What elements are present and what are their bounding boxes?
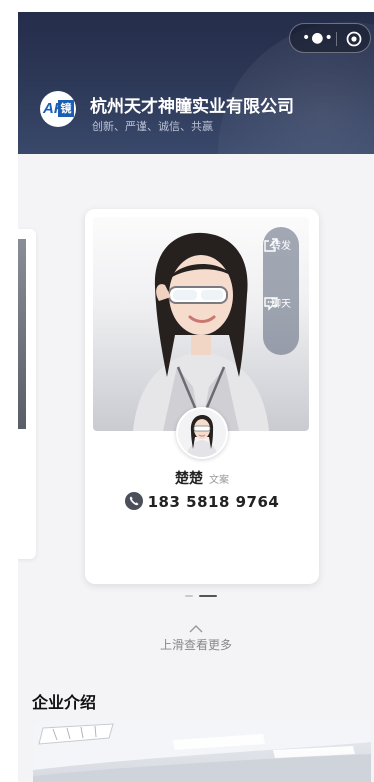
contact-name-row: 楚楚 文案 [85, 468, 319, 488]
header: •●• AK 镜 杭州天才神瞳实业有限公司 创新、严谨、诚信、共赢 [18, 12, 374, 154]
phone-number[interactable]: 183 5818 9764 [148, 493, 280, 511]
phone-icon [124, 492, 143, 510]
contact-title: 文案 [209, 475, 229, 486]
share-button[interactable]: 转发 [263, 237, 299, 252]
card-action-bar: 转发 聊天 [263, 227, 299, 355]
profile-photo: 转发 聊天 [93, 217, 309, 431]
indicator-dot-active[interactable] [199, 595, 217, 597]
contact-name: 楚楚 [175, 471, 203, 487]
office-ceiling-image [33, 720, 371, 782]
chat-button[interactable]: 聊天 [263, 295, 299, 311]
company-slogan: 创新、严谨、诚信、共赢 [92, 120, 213, 133]
chat-icon [264, 297, 278, 311]
swipe-up-hint[interactable]: 上滑查看更多 [18, 624, 374, 653]
avatar-image [178, 409, 226, 457]
phone-row[interactable]: 183 5818 9764 [85, 492, 319, 511]
swipe-hint-text: 上滑查看更多 [159, 638, 232, 652]
mini-program-capsule[interactable]: •●• [289, 23, 371, 53]
more-dots-icon[interactable]: •●• [302, 31, 333, 45]
previous-card-peek[interactable] [18, 229, 36, 559]
indicator-dot[interactable] [185, 595, 193, 597]
share-icon [264, 238, 278, 252]
avatar[interactable] [176, 407, 228, 459]
business-card[interactable]: 转发 聊天 楚楚 文案 183 5818 9764 [85, 209, 319, 584]
logo-text-right: 镜 [58, 100, 74, 117]
chevron-up-icon [189, 625, 203, 633]
target-circle-icon[interactable] [346, 31, 362, 47]
company-name: 杭州天才神瞳实业有限公司 [90, 97, 294, 117]
capsule-divider [336, 32, 337, 46]
intro-section-title: 企业介绍 [32, 693, 97, 712]
company-intro-image[interactable] [33, 720, 371, 782]
company-logo: AK 镜 [40, 91, 76, 127]
page: •●• AK 镜 杭州天才神瞳实业有限公司 创新、严谨、诚信、共赢 转发 聊天 … [18, 12, 374, 782]
previous-card-image [18, 239, 26, 429]
